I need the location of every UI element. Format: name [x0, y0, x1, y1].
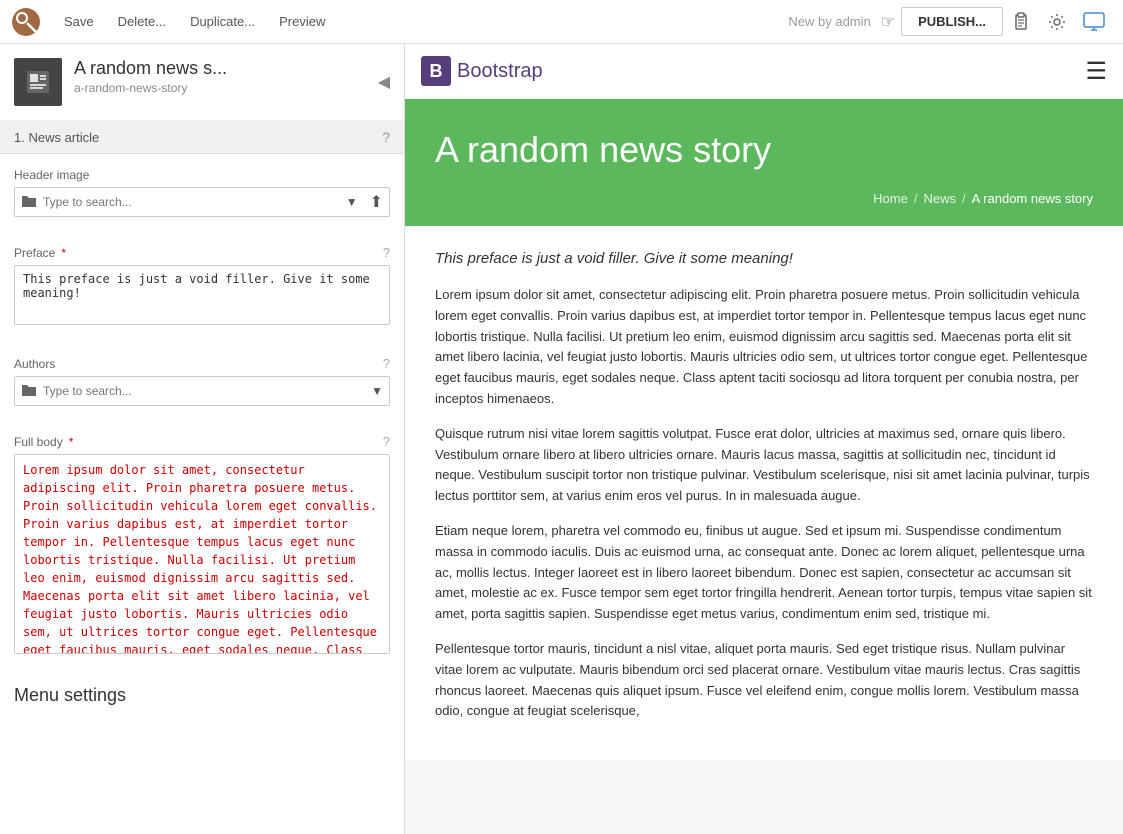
preface-required: *	[61, 246, 66, 260]
left-panel: A random news s... a-random-news-story ◀…	[0, 44, 405, 834]
article-icon	[14, 58, 62, 106]
preface-label: Preface * ?	[14, 245, 390, 260]
section-help-icon[interactable]: ?	[382, 129, 390, 145]
breadcrumb-home[interactable]: Home	[873, 191, 908, 206]
authors-section: Authors ? ▼	[0, 342, 404, 406]
panel-collapse-button[interactable]: ◀	[374, 68, 394, 96]
hamburger-icon[interactable]: ☰	[1085, 57, 1107, 86]
toolbar: Save Delete... Duplicate... Preview New …	[0, 0, 1123, 44]
main-area: A random news s... a-random-news-story ◀…	[0, 44, 1123, 834]
header-image-search[interactable]: ▼ ⬆	[14, 187, 390, 217]
preface-preview: This preface is just a void filler. Give…	[435, 250, 1093, 267]
article-slug: a-random-news-story	[74, 81, 362, 95]
settings-icon-button[interactable]	[1039, 8, 1075, 36]
header-image-section: Header image ▼ ⬆	[0, 154, 404, 217]
preface-help-icon[interactable]: ?	[383, 245, 390, 260]
authors-folder-icon	[15, 382, 43, 401]
hero-section: A random news story Home / News / A rand…	[405, 99, 1123, 226]
body-paragraph-3: Etiam neque lorem, pharetra vel commodo …	[435, 521, 1093, 625]
article-title: A random news s...	[74, 58, 362, 79]
preface-input[interactable]	[14, 265, 390, 325]
delete-button[interactable]: Delete...	[106, 8, 178, 35]
header-image-label: Header image	[14, 168, 390, 182]
breadcrumb-sep-2: /	[962, 191, 966, 206]
breadcrumb: Home / News / A random news story	[435, 191, 1093, 206]
full-body-input[interactable]	[14, 454, 390, 654]
hero-title: A random news story	[435, 129, 1093, 171]
right-panel: B Bootstrap ☰ A random news story Home /…	[405, 44, 1123, 834]
bootstrap-navbar: B Bootstrap ☰	[405, 44, 1123, 99]
preface-section: Preface * ?	[0, 231, 404, 342]
full-body-section: Full body * ?	[0, 420, 404, 657]
clipboard-icon-button[interactable]	[1003, 8, 1039, 36]
monitor-icon-button[interactable]	[1075, 8, 1113, 36]
breadcrumb-news[interactable]: News	[923, 191, 956, 206]
header-image-input[interactable]	[43, 195, 340, 209]
upload-icon[interactable]: ⬆	[364, 192, 389, 212]
save-button[interactable]: Save	[52, 8, 106, 35]
preface-label-text: Preface	[14, 246, 55, 260]
bootstrap-b-icon: B	[421, 56, 451, 86]
status-text: New by admin	[788, 14, 870, 29]
authors-dropdown-arrow[interactable]: ▼	[365, 384, 389, 398]
bootstrap-logo: B Bootstrap	[421, 56, 543, 86]
breadcrumb-sep-1: /	[914, 191, 918, 206]
authors-search[interactable]: ▼	[14, 376, 390, 406]
authors-label: Authors ?	[14, 356, 390, 371]
full-body-label: Full body * ?	[14, 434, 390, 449]
authors-help-icon[interactable]: ?	[383, 356, 390, 371]
duplicate-button[interactable]: Duplicate...	[178, 8, 267, 35]
cursor-icon: ☞	[881, 12, 895, 32]
header-image-label-text: Header image	[14, 168, 89, 182]
body-paragraph-2: Quisque rutrum nisi vitae lorem sagittis…	[435, 424, 1093, 507]
app-logo	[10, 6, 42, 38]
content-area: This preface is just a void filler. Give…	[405, 226, 1123, 760]
article-title-block: A random news s... a-random-news-story	[74, 58, 362, 95]
preview-button[interactable]: Preview	[267, 8, 337, 35]
full-body-required: *	[69, 435, 74, 449]
full-body-container	[14, 454, 390, 657]
section-label: 1. News article	[14, 130, 99, 145]
menu-settings-section: Menu settings	[0, 671, 404, 720]
status-by: by admin	[818, 14, 871, 29]
menu-settings-title: Menu settings	[14, 685, 390, 706]
status-new: New	[788, 14, 814, 29]
body-paragraph-1: Lorem ipsum dolor sit amet, consectetur …	[435, 285, 1093, 410]
folder-icon	[15, 193, 43, 212]
publish-button[interactable]: PUBLISH...	[901, 7, 1003, 36]
authors-input[interactable]	[43, 384, 365, 398]
body-paragraph-4: Pellentesque tortor mauris, tincidunt a …	[435, 639, 1093, 722]
full-body-help-icon[interactable]: ?	[383, 434, 390, 449]
bootstrap-name: Bootstrap	[457, 60, 543, 83]
breadcrumb-current: A random news story	[972, 191, 1093, 206]
section-bar: 1. News article ?	[0, 121, 404, 154]
authors-label-text: Authors	[14, 357, 55, 371]
dropdown-arrow-icon[interactable]: ▼	[340, 195, 364, 209]
article-header: A random news s... a-random-news-story ◀	[0, 44, 404, 121]
full-body-label-text: Full body	[14, 435, 63, 449]
